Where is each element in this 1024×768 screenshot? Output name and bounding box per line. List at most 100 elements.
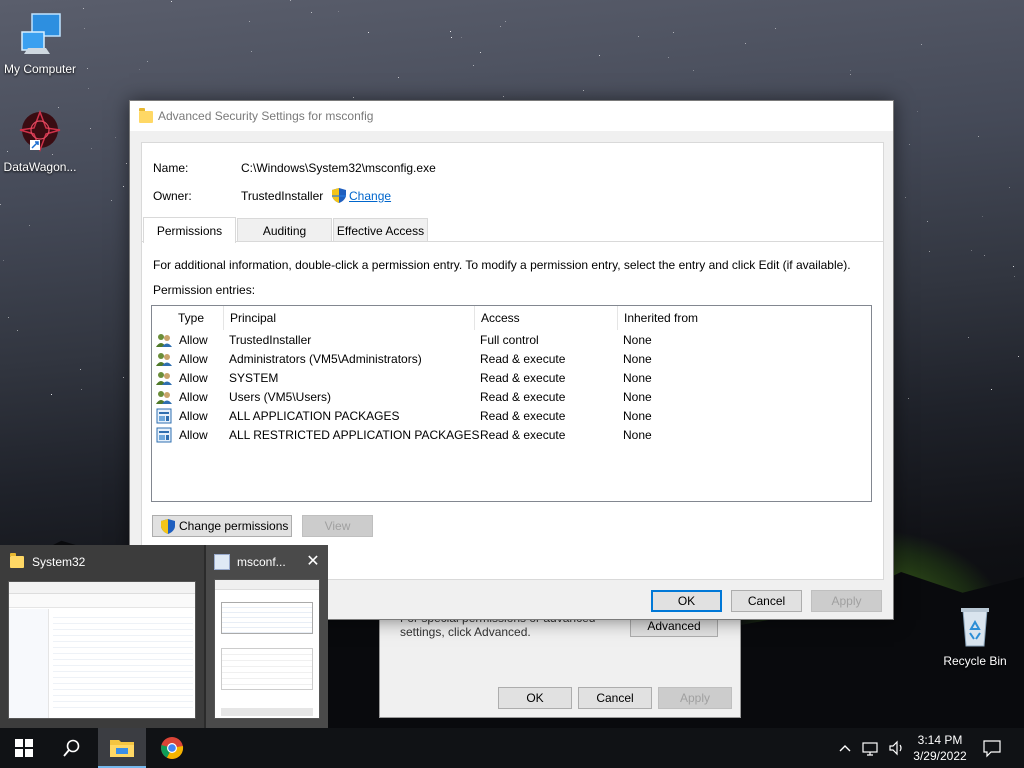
star bbox=[503, 96, 504, 97]
star bbox=[500, 26, 501, 27]
app-package-icon bbox=[156, 427, 172, 443]
star bbox=[290, 0, 291, 1]
security-window-icon bbox=[214, 554, 230, 570]
star bbox=[505, 21, 506, 22]
msconfig-preview bbox=[214, 579, 320, 719]
thumbnail-system32[interactable]: System32 bbox=[0, 545, 204, 728]
notifications-icon[interactable] bbox=[982, 738, 1002, 758]
view-button[interactable]: View bbox=[302, 515, 373, 537]
clock[interactable]: 3:14 PM 3/29/2022 bbox=[912, 732, 968, 764]
change-permissions-button[interactable]: Change permissions bbox=[152, 515, 292, 537]
star bbox=[249, 21, 250, 22]
back-cancel-button[interactable]: Cancel bbox=[578, 687, 652, 709]
taskbar: 3:14 PM 3/29/2022 bbox=[0, 728, 1024, 768]
column-header-type[interactable]: Type bbox=[172, 306, 224, 330]
start-button[interactable] bbox=[0, 728, 48, 768]
recycle-bin-icon bbox=[951, 602, 999, 650]
clock-time: 3:14 PM bbox=[917, 733, 963, 747]
star bbox=[83, 8, 84, 9]
star bbox=[17, 330, 18, 331]
back-apply-button[interactable]: Apply bbox=[658, 687, 732, 709]
permission-entry-row[interactable]: Allow SYSTEM Read & execute None bbox=[152, 369, 871, 388]
name-label: Name: bbox=[153, 161, 189, 175]
entry-type: Allow bbox=[179, 409, 208, 423]
datawagon-icon bbox=[16, 108, 64, 156]
star bbox=[8, 317, 9, 318]
entry-principal: SYSTEM bbox=[229, 371, 279, 385]
star bbox=[673, 32, 674, 33]
entry-principal: ALL APPLICATION PACKAGES bbox=[229, 409, 400, 423]
file-explorer-taskbar-button[interactable] bbox=[98, 728, 146, 768]
tab-auditing[interactable]: Auditing bbox=[237, 218, 332, 242]
entry-access: Read & execute bbox=[480, 352, 566, 366]
entry-principal: Administrators (VM5\Administrators) bbox=[229, 352, 422, 366]
entry-access: Read & execute bbox=[480, 371, 566, 385]
permission-entry-row[interactable]: Allow ALL APPLICATION PACKAGES Read & exec… bbox=[152, 407, 871, 426]
computer-icon bbox=[16, 10, 64, 58]
star bbox=[450, 31, 451, 32]
star bbox=[1018, 356, 1019, 357]
column-header-inherited-from[interactable]: Inherited from bbox=[618, 306, 871, 330]
cancel-button[interactable]: Cancel bbox=[731, 590, 802, 612]
volume-icon[interactable] bbox=[888, 738, 906, 758]
column-header-principal[interactable]: Principal bbox=[224, 306, 475, 330]
entry-inherited-from: None bbox=[623, 428, 652, 442]
thumbnail-msconfig[interactable]: msconf... ✕ bbox=[206, 545, 328, 728]
star bbox=[984, 255, 985, 256]
user-group-icon bbox=[156, 370, 172, 386]
star bbox=[353, 97, 354, 98]
star bbox=[91, 148, 92, 149]
permission-entry-row[interactable]: Allow TrustedInstaller Full control None bbox=[152, 331, 871, 350]
star bbox=[398, 77, 399, 78]
windows-logo-icon bbox=[15, 739, 33, 757]
tab-effective-access[interactable]: Effective Access bbox=[333, 218, 428, 242]
entry-inherited-from: None bbox=[623, 409, 652, 423]
star bbox=[978, 136, 979, 137]
folder-icon bbox=[10, 553, 24, 568]
advanced-security-settings-dialog: Advanced Security Settings for msconfig … bbox=[129, 100, 894, 620]
star bbox=[775, 28, 776, 29]
permission-entries-list[interactable]: Type Principal Access Inherited from All… bbox=[151, 305, 872, 502]
star bbox=[461, 37, 462, 38]
star bbox=[88, 88, 89, 89]
change-permissions-label: Change permissions bbox=[179, 519, 289, 533]
star bbox=[368, 32, 369, 33]
desktop-icon-datawagon[interactable]: DataWagon... bbox=[0, 108, 80, 174]
desktop-icon-recycle-bin[interactable]: Recycle Bin bbox=[935, 602, 1015, 668]
thumbnail-title: System32 bbox=[32, 555, 86, 569]
permission-entry-row[interactable]: Allow Administrators (VM5\Administrators)… bbox=[152, 350, 871, 369]
star bbox=[850, 74, 851, 75]
search-button[interactable] bbox=[48, 728, 96, 768]
star bbox=[147, 61, 148, 62]
entry-type: Allow bbox=[179, 371, 208, 385]
chrome-taskbar-button[interactable] bbox=[148, 728, 196, 768]
chrome-icon bbox=[161, 737, 184, 759]
title-bar[interactable]: Advanced Security Settings for msconfig bbox=[130, 101, 893, 131]
system32-preview bbox=[8, 581, 196, 719]
star bbox=[1013, 266, 1014, 267]
star bbox=[87, 68, 88, 69]
star bbox=[480, 52, 481, 53]
star bbox=[599, 55, 600, 56]
tab-permissions[interactable]: Permissions bbox=[143, 217, 236, 243]
star bbox=[139, 69, 140, 70]
star bbox=[451, 37, 452, 38]
network-icon[interactable] bbox=[862, 738, 880, 758]
show-hidden-icons-chevron-icon[interactable] bbox=[838, 738, 854, 758]
apply-button[interactable]: Apply bbox=[811, 590, 882, 612]
permission-entry-row[interactable]: Allow Users (VM5\Users) Read & execute None bbox=[152, 388, 871, 407]
desktop-icon-my-computer[interactable]: My Computer bbox=[0, 10, 80, 76]
ok-button[interactable]: OK bbox=[651, 590, 722, 612]
column-header-access[interactable]: Access bbox=[475, 306, 618, 330]
change-owner-link[interactable]: Change bbox=[349, 189, 391, 203]
entry-principal: Users (VM5\Users) bbox=[229, 390, 332, 404]
star bbox=[81, 389, 82, 390]
close-icon[interactable]: ✕ bbox=[304, 553, 322, 571]
star bbox=[338, 11, 339, 12]
star bbox=[745, 43, 746, 44]
back-ok-button[interactable]: OK bbox=[498, 687, 572, 709]
permission-entry-row[interactable]: Allow ALL RESTRICTED APPLICATION PACKAGES… bbox=[152, 426, 871, 445]
star bbox=[850, 70, 851, 71]
clock-date: 3/29/2022 bbox=[913, 749, 967, 763]
app-package-icon bbox=[156, 408, 172, 424]
